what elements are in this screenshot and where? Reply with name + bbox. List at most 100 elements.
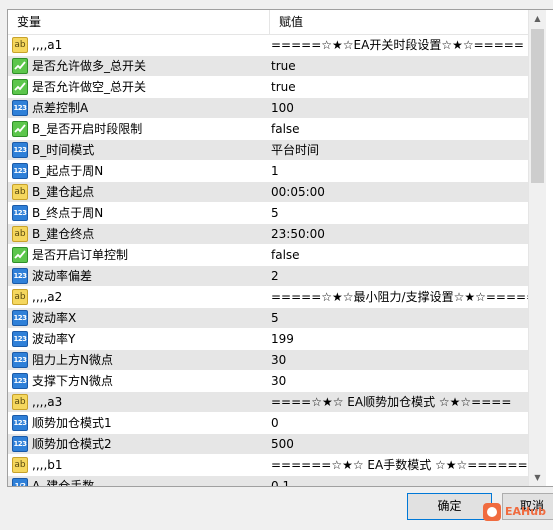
variable-name: 波动率Y xyxy=(32,332,76,346)
integer-type-icon: 123 xyxy=(12,268,28,284)
string-type-icon: ab xyxy=(12,37,28,53)
table-row[interactable]: ab ,,,,a2 =====☆★☆最小阻力/支撑设置☆★☆===== xyxy=(8,287,529,308)
bool-type-icon xyxy=(12,79,28,95)
table-row[interactable]: 123 B_时间模式 平台时间 xyxy=(8,140,528,161)
variable-name: B_建仓起点 xyxy=(32,185,95,199)
variable-cell: ab ,,,,a3 xyxy=(8,392,270,412)
table-row[interactable]: 1/2 A_建仓手数 0.1 xyxy=(8,476,529,487)
table-header: 变量 赋值 xyxy=(8,10,528,35)
variable-name: ,,,,b1 xyxy=(32,458,63,472)
value-cell[interactable]: 30 xyxy=(270,350,529,370)
value-cell[interactable]: false xyxy=(270,245,529,265)
scroll-down-arrow-icon[interactable]: ▼ xyxy=(529,469,546,486)
value-cell[interactable]: 1 xyxy=(270,161,529,181)
value-cell[interactable]: 30 xyxy=(270,371,529,391)
string-type-icon: ab xyxy=(12,184,28,200)
table-row[interactable]: 123 阻力上方N微点 30 xyxy=(8,350,528,371)
scroll-up-arrow-icon[interactable]: ▲ xyxy=(529,10,546,27)
double-type-icon: 1/2 xyxy=(12,478,28,486)
value-cell[interactable]: =====☆★☆最小阻力/支撑设置☆★☆===== xyxy=(270,287,529,307)
table-row[interactable]: ab ,,,,a1 =====☆★☆EA开关时段设置☆★☆===== xyxy=(8,35,528,56)
variable-cell: 123 点差控制A xyxy=(8,98,270,118)
integer-type-icon: 123 xyxy=(12,100,28,116)
variable-name: A_建仓手数 xyxy=(32,479,95,487)
variable-name: 顺势加仓模式1 xyxy=(32,416,112,430)
column-header-variable[interactable]: 变量 xyxy=(8,10,270,34)
table-row[interactable]: 123 顺势加仓模式2 500 xyxy=(8,434,528,455)
integer-type-icon: 123 xyxy=(12,373,28,389)
inputs-table: 变量 赋值 ab ,,,,a1 =====☆★☆EA开关时段设置☆★☆===== 是否… xyxy=(7,9,553,487)
value-cell[interactable]: 平台时间 xyxy=(270,140,529,160)
value-cell[interactable]: 0 xyxy=(270,413,529,433)
table-row[interactable]: 是否开启订单控制 false xyxy=(8,245,528,266)
variable-name: B_时间模式 xyxy=(32,143,95,157)
table-row[interactable]: 123 B_终点于周N 5 xyxy=(8,203,528,224)
ok-button[interactable]: 确定 xyxy=(407,493,492,520)
table-row[interactable]: 是否允许做多_总开关 true xyxy=(8,56,528,77)
variable-cell: 123 顺势加仓模式1 xyxy=(8,413,270,433)
table-row[interactable]: 123 波动率X 5 xyxy=(8,308,528,329)
value-cell[interactable]: ======☆★☆ EA手数模式 ☆★☆====== xyxy=(270,455,529,475)
variable-cell: 123 波动率Y xyxy=(8,329,270,349)
table-row[interactable]: 123 B_起点于周N 1 xyxy=(8,161,528,182)
vertical-scrollbar[interactable]: ▲ ▼ xyxy=(528,10,546,486)
variable-cell: 是否允许做空_总开关 xyxy=(8,77,270,97)
variable-name: 是否允许做多_总开关 xyxy=(32,59,147,73)
table-row[interactable]: 123 波动率偏差 2 xyxy=(8,266,528,287)
bool-type-icon xyxy=(12,247,28,263)
integer-type-icon: 123 xyxy=(12,331,28,347)
integer-type-icon: 123 xyxy=(12,436,28,452)
value-cell[interactable]: 500 xyxy=(270,434,529,454)
string-type-icon: ab xyxy=(12,226,28,242)
variable-name: 顺势加仓模式2 xyxy=(32,437,112,451)
variable-name: B_是否开启时段限制 xyxy=(32,122,143,136)
variable-name: 波动率X xyxy=(32,311,77,325)
table-row[interactable]: 123 波动率Y 199 xyxy=(8,329,528,350)
variable-cell: 123 波动率偏差 xyxy=(8,266,270,286)
bool-type-icon xyxy=(12,58,28,74)
variable-name: 阻力上方N微点 xyxy=(32,353,113,367)
value-cell[interactable]: 0.1 xyxy=(270,476,529,486)
value-cell[interactable]: =====☆★☆EA开关时段设置☆★☆===== xyxy=(270,35,529,55)
string-type-icon: ab xyxy=(12,289,28,305)
table-row[interactable]: ab ,,,,a3 ====☆★☆ EA顺势加仓模式 ☆★☆==== xyxy=(8,392,528,413)
bool-type-icon xyxy=(12,121,28,137)
value-cell[interactable]: 00:05:00 xyxy=(270,182,529,202)
column-header-value[interactable]: 赋值 xyxy=(270,10,528,34)
variable-cell: 123 阻力上方N微点 xyxy=(8,350,270,370)
value-cell[interactable]: ====☆★☆ EA顺势加仓模式 ☆★☆==== xyxy=(270,392,529,412)
value-cell[interactable]: 199 xyxy=(270,329,529,349)
table-row[interactable]: ab ,,,,b1 ======☆★☆ EA手数模式 ☆★☆====== xyxy=(8,455,528,476)
value-cell[interactable]: 2 xyxy=(270,266,529,286)
value-cell[interactable]: 5 xyxy=(270,203,529,223)
value-cell[interactable]: false xyxy=(270,119,529,139)
integer-type-icon: 123 xyxy=(12,163,28,179)
integer-type-icon: 123 xyxy=(12,205,28,221)
table-row[interactable]: 123 顺势加仓模式1 0 xyxy=(8,413,528,434)
variable-cell: 123 B_起点于周N xyxy=(8,161,270,181)
value-cell[interactable]: 5 xyxy=(270,308,529,328)
table-row[interactable]: 123 支撑下方N微点 30 xyxy=(8,371,528,392)
table-row[interactable]: ab B_建仓终点 23:50:00 xyxy=(8,224,528,245)
table-row[interactable]: 是否允许做空_总开关 true xyxy=(8,77,528,98)
variable-name: 是否允许做空_总开关 xyxy=(32,80,147,94)
integer-type-icon: 123 xyxy=(12,142,28,158)
variable-cell: 1/2 A_建仓手数 xyxy=(8,476,270,487)
variable-cell: 是否开启订单控制 xyxy=(8,245,270,265)
variable-name: ,,,,a1 xyxy=(32,38,63,52)
value-cell[interactable]: 23:50:00 xyxy=(270,224,529,244)
variable-cell: 123 B_时间模式 xyxy=(8,140,270,160)
value-cell[interactable]: 100 xyxy=(270,98,529,118)
table-row[interactable]: ab B_建仓起点 00:05:00 xyxy=(8,182,528,203)
value-cell[interactable]: true xyxy=(270,77,529,97)
variable-name: 是否开启订单控制 xyxy=(32,248,129,262)
integer-type-icon: 123 xyxy=(12,352,28,368)
table-row[interactable]: B_是否开启时段限制 false xyxy=(8,119,528,140)
variable-cell: 是否允许做多_总开关 xyxy=(8,56,270,76)
scrollbar-thumb[interactable] xyxy=(531,29,544,183)
variable-cell: ab ,,,,a1 xyxy=(8,35,270,55)
table-row[interactable]: 123 点差控制A 100 xyxy=(8,98,528,119)
variable-cell: ab B_建仓终点 xyxy=(8,224,270,244)
variable-name: B_起点于周N xyxy=(32,164,104,178)
value-cell[interactable]: true xyxy=(270,56,529,76)
